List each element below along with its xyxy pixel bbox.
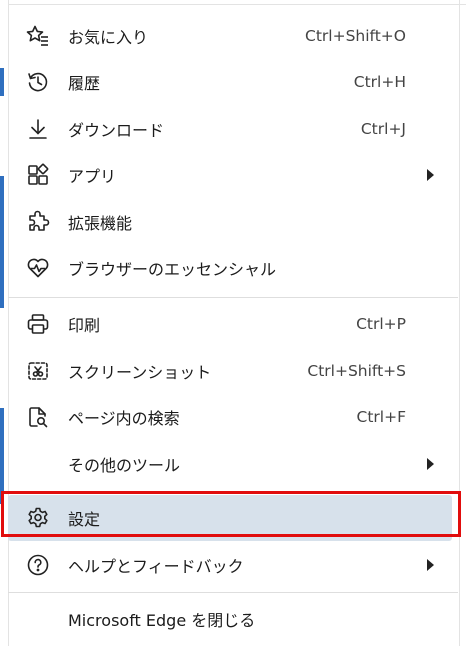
menu-item-browser-essentials[interactable]: ブラウザーのエッセンシャル	[8, 245, 452, 291]
menu-item-downloads[interactable]: ダウンロード Ctrl+J	[8, 106, 452, 152]
background-accent	[0, 176, 4, 308]
menu-item-shortcut: Ctrl+H	[353, 73, 406, 91]
extensions-icon	[26, 210, 50, 234]
browser-essentials-icon	[26, 256, 50, 280]
print-icon	[26, 312, 50, 336]
favorites-star-icon	[26, 24, 50, 48]
menu-item-more-tools[interactable]: その他のツール	[8, 441, 452, 487]
screenshot-icon	[26, 359, 50, 383]
menu-item-label: スクリーンショット	[68, 363, 212, 382]
menu-item-close-edge[interactable]: Microsoft Edge を閉じる	[8, 596, 452, 642]
menu-item-shortcut: Ctrl+Shift+O	[305, 27, 406, 45]
menu-item-help-feedback[interactable]: ヘルプとフィードバック	[8, 542, 452, 588]
menu-item-find-on-page[interactable]: ページ内の検索 Ctrl+F	[8, 394, 452, 440]
menu-divider	[8, 297, 458, 298]
history-icon	[26, 70, 50, 94]
menu-item-screenshot[interactable]: スクリーンショット Ctrl+Shift+S	[8, 348, 452, 394]
menu-item-extensions[interactable]: 拡張機能	[8, 199, 452, 245]
download-icon	[26, 117, 50, 141]
submenu-arrow-icon	[427, 169, 434, 181]
menu-item-print[interactable]: 印刷 Ctrl+P	[8, 301, 452, 347]
menu-item-label: ヘルプとフィードバック	[68, 557, 244, 576]
menu-top-divider	[8, 4, 466, 5]
find-on-page-icon	[26, 405, 50, 429]
submenu-arrow-icon	[427, 559, 434, 571]
menu-divider	[8, 592, 458, 593]
submenu-arrow-icon	[427, 458, 434, 470]
menu-item-shortcut: Ctrl+J	[360, 120, 406, 138]
apps-icon	[26, 163, 50, 187]
menu-item-label: ページ内の検索	[68, 409, 180, 428]
menu-item-label: その他のツール	[68, 456, 181, 475]
menu-item-label: お気に入り	[68, 28, 149, 47]
menu-item-label: 拡張機能	[68, 214, 133, 233]
menu-item-label: アプリ	[68, 167, 117, 186]
menu-item-label: Microsoft Edge を閉じる	[68, 611, 256, 630]
menu-item-label: ブラウザーのエッセンシャル	[68, 260, 277, 279]
menu-item-shortcut: Ctrl+F	[356, 408, 406, 426]
menu-item-label: 履歴	[68, 74, 101, 93]
highlight-annotation-box	[1, 491, 461, 537]
menu-item-label: 印刷	[68, 316, 101, 335]
background-accent	[0, 68, 4, 96]
menu-item-shortcut: Ctrl+P	[356, 315, 406, 333]
menu-item-favorites[interactable]: お気に入り Ctrl+Shift+O	[8, 13, 452, 59]
menu-item-history[interactable]: 履歴 Ctrl+H	[8, 59, 452, 105]
menu-item-apps[interactable]: アプリ	[8, 152, 452, 198]
menu-item-label: ダウンロード	[68, 121, 165, 140]
help-icon	[26, 553, 50, 577]
menu-item-shortcut: Ctrl+Shift+S	[307, 362, 406, 380]
background-accent	[0, 408, 4, 504]
